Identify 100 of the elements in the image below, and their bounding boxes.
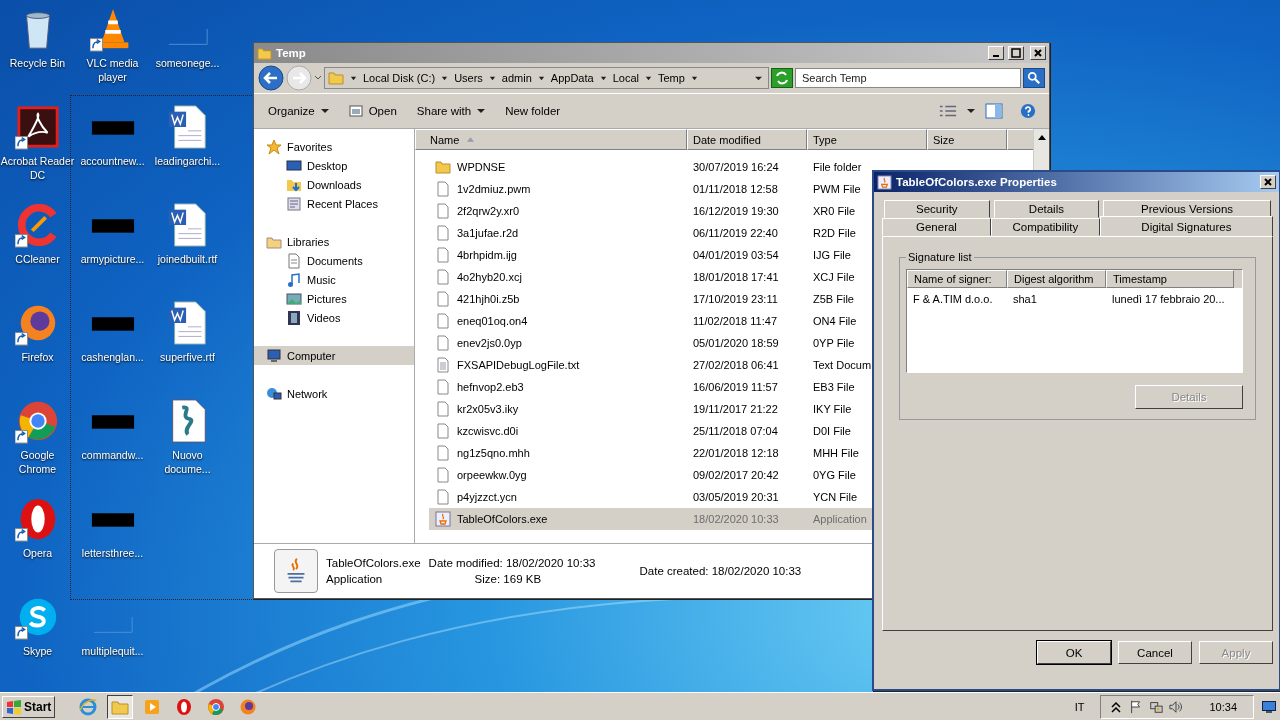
dialog-button[interactable]: Cancel	[1118, 641, 1192, 664]
caret-icon[interactable]	[644, 74, 652, 82]
column-header[interactable]: Name	[415, 129, 687, 150]
view-options-icon[interactable]	[939, 103, 957, 119]
file-row[interactable]: eneq01oq.on4 11/02/2018 11:47 ON4 File	[429, 310, 1033, 332]
refresh-button[interactable]	[771, 68, 793, 88]
nav-item[interactable]: Computer	[254, 346, 414, 365]
table-cell-text: lunedì 17 febbraio 20...	[1111, 292, 1226, 307]
file-type: R2D File	[813, 227, 857, 239]
breadcrumb-item[interactable]: admin	[501, 72, 532, 84]
icon-label[interactable]: Recycle Bin	[0, 56, 75, 70]
column-header[interactable]: Date modified	[687, 129, 807, 150]
icon-label[interactable]: VLC media player	[75, 56, 150, 84]
caret-icon[interactable]	[441, 74, 449, 82]
icon-label[interactable]: cashenglan...	[75, 350, 150, 364]
network-icon[interactable]	[1149, 699, 1164, 714]
icon-label[interactable]: joinedbuilt.rtf	[150, 252, 225, 266]
file-icon	[435, 467, 451, 483]
caret-icon[interactable]	[350, 74, 357, 82]
breadcrumb-item[interactable]: AppData	[550, 72, 594, 84]
back-button[interactable]	[258, 65, 284, 91]
toolbar-button[interactable]: New folder	[497, 102, 569, 120]
preview-pane-icon[interactable]	[985, 103, 1003, 119]
icon-label[interactable]: someonege...	[150, 56, 225, 70]
file-row[interactable]: kr2x05v3.iky 19/11/2017 21:22 IKY File	[429, 398, 1033, 420]
file-row[interactable]: ng1z5qno.mhh 22/01/2018 12:18 MHH File	[429, 442, 1033, 464]
file-row[interactable]: FXSAPIDebugLogFile.txt 27/02/2018 06:41 Text Docum	[429, 354, 1033, 376]
nav-item[interactable]: Favorites	[254, 137, 414, 156]
caret-icon[interactable]	[967, 107, 975, 115]
nav-item[interactable]: Network	[254, 384, 414, 403]
close-button[interactable]	[1260, 175, 1276, 189]
file-row[interactable]: WPDNSE 30/07/2019 16:24 File folder	[429, 156, 1033, 178]
volume-icon[interactable]	[1169, 699, 1184, 714]
toolbar-button[interactable]: Share with	[408, 102, 494, 120]
column-header[interactable]: Type	[807, 129, 927, 150]
icon-label[interactable]: armypicture...	[75, 252, 150, 266]
nav-item[interactable]: Music	[254, 270, 414, 289]
nav-item[interactable]: Videos	[254, 308, 414, 327]
tab[interactable]: Details	[993, 200, 1100, 218]
file-name: 3a1jufae.r2d	[457, 227, 519, 239]
clock[interactable]: 10:34	[1209, 700, 1237, 713]
nav-item[interactable]: Downloads	[254, 175, 414, 194]
file-row[interactable]: kzcwisvc.d0i 25/11/2018 07:04 D0I File	[429, 420, 1033, 442]
caret-icon[interactable]	[488, 74, 496, 82]
dropdown-arrow-icon[interactable]	[755, 74, 762, 82]
nav-item[interactable]: Libraries	[254, 232, 414, 251]
icon-label[interactable]: Firefox	[0, 350, 75, 364]
file-row[interactable]: hefnvop2.eb3 16/06/2019 11:57 EB3 File	[429, 376, 1033, 398]
breadcrumb-item[interactable]: Temp	[657, 72, 685, 84]
file-icon	[435, 247, 451, 263]
icon-label[interactable]: Google Chrome	[0, 448, 75, 476]
icon-label[interactable]: Nuovo docume...	[150, 448, 225, 476]
column-header[interactable]: Size	[927, 129, 1007, 150]
tab[interactable]: General	[882, 218, 991, 236]
nav-item[interactable]: Documents	[254, 251, 414, 270]
icon-label[interactable]: superfive.rtf	[150, 350, 225, 364]
tab[interactable]: Digital Signatures	[1099, 216, 1273, 236]
file-row[interactable]: orpeewkw.0yg 09/02/2017 20:42 0YG File	[429, 464, 1033, 486]
toolbar-button[interactable]: Organize	[260, 102, 337, 120]
file-name: eneq01oq.on4	[457, 315, 528, 327]
scroll-up-icon[interactable]	[1037, 135, 1046, 140]
start-button[interactable]: Start	[2, 695, 56, 718]
breadcrumb-item[interactable]: Local Disk (C:)	[363, 72, 436, 84]
nav-item[interactable]: Desktop	[254, 156, 414, 175]
tab[interactable]: Compatibility	[990, 218, 1100, 236]
file-row[interactable]: enev2js0.0yp 05/01/2020 18:59 0YP File	[429, 332, 1033, 354]
caret-icon[interactable]	[599, 74, 607, 82]
breadcrumb-item[interactable]: Local	[612, 72, 639, 84]
icon-label[interactable]: CCleaner	[0, 252, 75, 266]
explorer-taskbar-button[interactable]	[107, 694, 134, 719]
icon-label[interactable]: lettersthree...	[75, 546, 150, 560]
file-icon	[435, 203, 451, 219]
icon-label[interactable]: leadingarchi...	[150, 154, 225, 168]
search-field[interactable]: Search Temp	[795, 68, 1021, 88]
nav-item[interactable]: Recent Places	[254, 194, 414, 213]
tab[interactable]: Security	[884, 200, 990, 218]
file-date: 27/02/2018 06:41	[693, 359, 780, 371]
file-row[interactable]: p4yjzzct.ycn 03/05/2019 20:31 YCN File	[429, 486, 1033, 508]
language-indicator[interactable]: IT	[1074, 700, 1085, 713]
file-icon	[435, 489, 451, 505]
caret-icon[interactable]	[690, 74, 698, 82]
flag-icon[interactable]	[1129, 699, 1144, 714]
icon-label[interactable]: Skype	[0, 644, 75, 658]
icon-label[interactable]: multiplequit...	[75, 644, 150, 658]
column-header[interactable]: Name of signer:	[907, 270, 1007, 288]
column-header[interactable]: Digest algorithm	[1007, 270, 1106, 288]
search-button[interactable]	[1023, 68, 1045, 88]
icon-label[interactable]: Opera	[0, 546, 75, 560]
icon-label[interactable]: Acrobat Reader DC	[0, 154, 75, 182]
help-icon[interactable]	[1019, 103, 1037, 119]
nav-item[interactable]: Pictures	[254, 289, 414, 308]
toolbar-button[interactable]: Open	[340, 101, 405, 121]
icon-label[interactable]: accountnew...	[75, 154, 150, 168]
caret-icon[interactable]	[537, 74, 545, 82]
caret-icon[interactable]	[314, 74, 322, 82]
column-header[interactable]: Timestamp	[1106, 270, 1234, 288]
acrobat-icon[interactable]	[14, 104, 61, 150]
icon-label[interactable]: commandw...	[75, 448, 150, 462]
dialog-button[interactable]: OK	[1037, 641, 1111, 664]
breadcrumb-item[interactable]: Users	[454, 72, 483, 84]
